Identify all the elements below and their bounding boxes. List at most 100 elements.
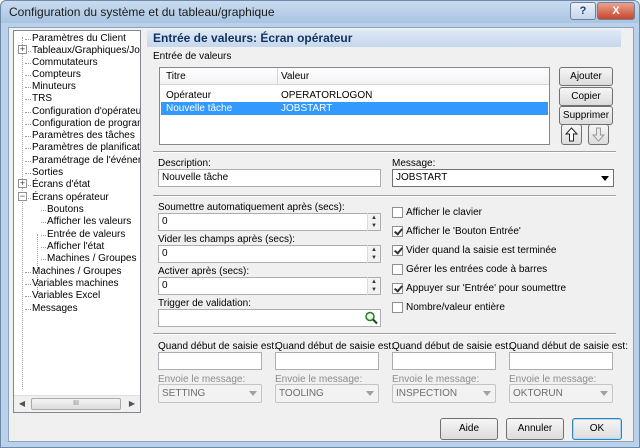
chevron-down-icon [366, 391, 374, 396]
arrow-down-icon [592, 127, 605, 142]
show-enter-button-checkbox[interactable] [392, 226, 403, 237]
spin-down-icon[interactable]: ▼ [368, 254, 380, 262]
tree-item-machine-variables[interactable]: Variables machines [25, 278, 119, 290]
tree-item-value-entry[interactable]: Entrée de valeurs [40, 229, 125, 241]
submit-after-field[interactable]: 0 [158, 213, 381, 231]
trigger-field[interactable] [158, 309, 381, 327]
help-button[interactable]: Aide [440, 418, 498, 440]
help-title-button[interactable]: ? [570, 2, 596, 20]
tree-item-machines-groups[interactable]: Machines / Groupes [25, 266, 122, 278]
tree-item-program-config[interactable]: Configuration de programme [24, 118, 140, 130]
tree-item-counters[interactable]: Compteurs [25, 69, 81, 81]
show-enter-button-label[interactable]: Afficher le 'Bouton Entrée' [406, 226, 521, 237]
clear-when-done-label[interactable]: Vider quand la saisie est terminée [406, 245, 556, 256]
clear-after-label: Vider les champs après (secs): [158, 234, 296, 245]
value-entry-grid[interactable]: Titre Valeur Opérateur OPERATORLOGON Nou… [159, 67, 550, 145]
add-button[interactable]: Ajouter [559, 67, 613, 86]
expand-icon[interactable]: + [18, 45, 27, 54]
tree-item-machines-groups-sub[interactable]: Machines / Groupes [41, 253, 137, 265]
clear-after-stepper[interactable]: ▲ ▼ [367, 245, 380, 263]
send-message-select[interactable]: TOOLING [275, 384, 379, 403]
scroll-right-icon[interactable]: ▶ [124, 396, 140, 412]
spin-down-icon[interactable]: ▼ [368, 286, 380, 294]
send-message-select[interactable]: SETTING [158, 384, 262, 403]
clear-after-field[interactable]: 0 [158, 245, 381, 263]
delete-button[interactable]: Supprimer [559, 106, 613, 125]
spin-up-icon[interactable]: ▲ [368, 278, 380, 286]
ok-button[interactable]: OK [572, 418, 622, 440]
tree-item-operator-screens[interactable]: Écrans opérateur [25, 192, 109, 204]
enter-to-submit-checkbox[interactable] [392, 283, 403, 294]
tree-item-outputs[interactable]: Sorties [24, 167, 63, 179]
expand-icon[interactable]: + [18, 179, 27, 188]
move-down-button[interactable] [588, 124, 609, 145]
tree-item-planning-params[interactable]: Paramètres de planification [24, 142, 140, 154]
move-up-button[interactable] [561, 124, 582, 145]
integer-value-label[interactable]: Nombre/valeur entière [406, 302, 505, 313]
tree-item-excel-variables[interactable]: Variables Excel [24, 290, 100, 302]
activate-after-label: Activer après (secs): [158, 266, 250, 277]
spin-up-icon[interactable]: ▲ [368, 214, 380, 222]
entry-start-label: Quand début de saisie est: [392, 341, 511, 352]
tree-line [22, 37, 23, 389]
activate-after-field[interactable]: 0 [158, 277, 381, 295]
clear-when-done-checkbox[interactable] [392, 245, 403, 256]
chevron-down-icon [601, 176, 609, 181]
collapse-icon[interactable]: − [18, 192, 27, 201]
show-keyboard-label[interactable]: Afficher le clavier [406, 207, 482, 218]
title-bar[interactable]: Configuration du système et du tableau/g… [1, 1, 639, 23]
column-header-title[interactable]: Titre [166, 71, 186, 82]
enter-to-submit-label[interactable]: Appuyer sur 'Entrée' pour soumettre [406, 283, 566, 294]
tree-item-messages[interactable]: Messages [25, 303, 78, 315]
settings-tree[interactable]: Paramètres du Client + Tableaux/Graphiqu… [13, 30, 141, 413]
tree-item-event-settings[interactable]: Paramétrage de l'événement [24, 155, 140, 167]
tree-item-task-params[interactable]: Paramètres des tâches [25, 130, 135, 142]
search-icon[interactable] [364, 311, 379, 325]
tree-item-charts[interactable]: Tableaux/Graphiques/Journa [25, 45, 140, 57]
tree-item-show-values[interactable]: Afficher les valeurs [40, 216, 131, 228]
tree-item-show-status[interactable]: Afficher l'état [40, 241, 104, 253]
chevron-down-icon [483, 391, 491, 396]
tree-item-client-params[interactable]: Paramètres du Client [25, 33, 126, 45]
description-field[interactable]: Nouvelle tâche [158, 169, 381, 187]
show-keyboard-checkbox[interactable] [392, 207, 403, 218]
scroll-left-icon[interactable]: ◀ [14, 396, 30, 412]
send-message-value: SETTING [162, 388, 206, 399]
spin-up-icon[interactable]: ▲ [368, 246, 380, 254]
table-row-selected[interactable]: Nouvelle tâche JOBSTART [161, 102, 548, 115]
send-message-value: INSPECTION [396, 388, 458, 399]
column-header-value[interactable]: Valeur [281, 71, 309, 82]
activate-after-stepper[interactable]: ▲ ▼ [367, 277, 380, 295]
column-separator[interactable] [277, 68, 278, 84]
entry-start-label: Quand début de saisie est: [509, 341, 628, 352]
copy-button[interactable]: Copier [559, 87, 613, 106]
entry-start-field[interactable] [392, 352, 496, 370]
table-row[interactable]: Opérateur OPERATORLOGON [161, 89, 548, 102]
tree-item-trs[interactable]: TRS [25, 93, 52, 105]
scroll-thumb[interactable]: III [31, 398, 121, 410]
tree-item-status-screens[interactable]: Écrans d'état [24, 179, 90, 191]
send-message-select[interactable]: INSPECTION [392, 384, 496, 403]
tree-item-operator-config[interactable]: Configuration d'opérateur [25, 106, 140, 118]
tree-item-buttons[interactable]: Boutons [41, 204, 84, 216]
tree-item-switches[interactable]: Commutateurs [25, 57, 98, 69]
barcode-label[interactable]: Gérer les entrées code à barres [406, 264, 547, 275]
entry-start-label: Quand début de saisie est: [158, 341, 277, 352]
send-message-select[interactable]: OKTORUN [509, 384, 613, 403]
cancel-button[interactable]: Annuler [506, 418, 564, 440]
spin-down-icon[interactable]: ▼ [368, 222, 380, 230]
message-select[interactable]: JOBSTART [392, 169, 614, 187]
entry-start-field[interactable] [275, 352, 379, 370]
close-title-button[interactable]: X [597, 2, 635, 20]
tree-item-timers[interactable]: Minuteurs [25, 81, 76, 93]
integer-value-checkbox[interactable] [392, 302, 403, 313]
panel-title: Entrée de valeurs: Écran opérateur [153, 31, 353, 45]
entry-start-field[interactable] [509, 352, 613, 370]
cell-title: Opérateur [166, 90, 212, 101]
tree-horizontal-scrollbar[interactable]: ◀ III ▶ [14, 395, 140, 412]
entry-start-field[interactable] [158, 352, 262, 370]
submit-after-stepper[interactable]: ▲ ▼ [367, 213, 380, 231]
message-label: Message: [392, 158, 436, 169]
cell-title: Nouvelle tâche [166, 103, 233, 114]
barcode-checkbox[interactable] [392, 264, 403, 275]
